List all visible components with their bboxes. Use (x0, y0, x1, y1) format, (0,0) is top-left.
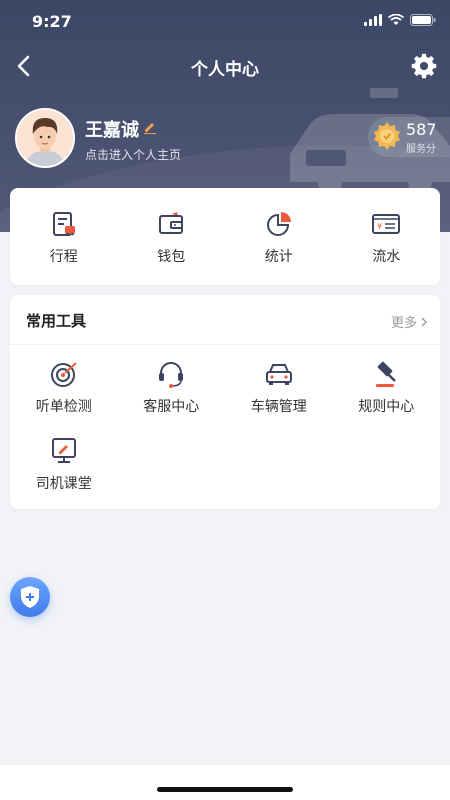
itinerary-icon (52, 212, 75, 236)
tools-header: 常用工具 更多 (10, 295, 440, 345)
service-score-value: 587 (406, 120, 437, 139)
user-name: 王嘉诚 (85, 120, 139, 141)
status-time: 9:27 (32, 12, 72, 31)
quick-actions-card: 行程 钱包 统计 ¥ 流水 (10, 188, 440, 285)
quick-action-label: 流水 (372, 249, 401, 265)
avatar-illustration (17, 110, 73, 166)
tool-vehicle-management[interactable]: 车辆管理 (225, 359, 333, 436)
signal-icon (364, 14, 382, 26)
tool-label: 司机课堂 (35, 476, 92, 492)
quick-action-itinerary[interactable]: 行程 (10, 188, 118, 285)
page-title: 个人中心 (191, 60, 259, 80)
home-indicator[interactable] (157, 787, 293, 792)
common-tools-card: 常用工具 更多 听单检测 客服中心 车辆管理 规则中心 司机课堂 (10, 295, 440, 509)
bottom-bar (0, 765, 450, 800)
more-label: 更多 (390, 316, 417, 331)
gavel-icon (376, 361, 397, 387)
quick-action-label: 钱包 (157, 249, 186, 265)
wifi-icon (388, 14, 404, 25)
quick-action-wallet[interactable]: 钱包 (118, 188, 226, 285)
avatar[interactable] (15, 108, 75, 168)
classroom-icon (51, 438, 76, 463)
medal-icon (374, 122, 400, 150)
tool-order-check[interactable]: 听单检测 (10, 359, 118, 436)
shield-icon (21, 586, 39, 608)
gear-icon[interactable] (410, 52, 438, 80)
service-score-badge[interactable]: 587 服务分 (368, 117, 450, 157)
tool-label: 客服中心 (143, 399, 200, 415)
tools-title: 常用工具 (26, 312, 87, 330)
edit-icon[interactable] (143, 120, 157, 134)
service-score-label: 服务分 (406, 144, 436, 155)
tool-driver-classroom[interactable]: 司机课堂 (10, 436, 118, 513)
transactions-icon: ¥ (372, 214, 401, 234)
quick-action-label: 统计 (264, 249, 293, 265)
chevron-right-icon (421, 317, 427, 326)
status-icons (364, 14, 436, 26)
tool-rules-center[interactable]: 规则中心 (333, 359, 441, 436)
tool-label: 规则中心 (358, 399, 415, 415)
tool-label: 车辆管理 (250, 399, 307, 415)
quick-action-transactions[interactable]: ¥ 流水 (333, 188, 441, 285)
wallet-icon (159, 212, 184, 234)
tool-label: 听单检测 (35, 399, 92, 415)
safety-shield-button[interactable] (10, 577, 50, 617)
more-link[interactable]: 更多 (391, 312, 428, 331)
quick-action-statistics[interactable]: 统计 (225, 188, 333, 285)
quick-action-label: 行程 (49, 249, 78, 265)
statistics-icon (266, 212, 291, 236)
svg-text:¥: ¥ (377, 222, 382, 231)
car-icon (265, 364, 292, 385)
status-bar: 9:27 (0, 0, 450, 44)
tool-customer-service[interactable]: 客服中心 (118, 359, 226, 436)
profile-link[interactable]: 点击进入个人主页 (85, 146, 181, 163)
order-check-icon (50, 362, 77, 387)
nav-bar: 个人中心 (0, 44, 450, 88)
customer-service-icon (159, 362, 184, 388)
battery-icon (410, 14, 436, 26)
